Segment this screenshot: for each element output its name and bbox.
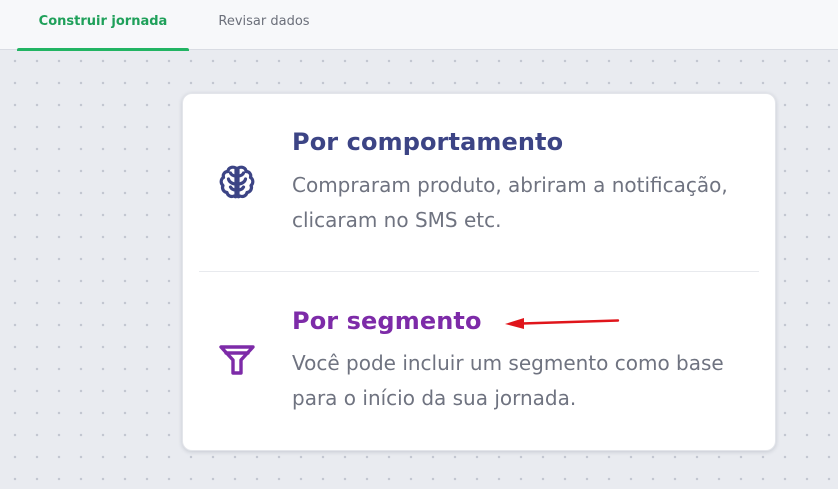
option-por-segmento[interactable]: Por segmento Você pode incluir um segmen… — [183, 272, 775, 450]
option-title: Por segmento — [292, 307, 482, 335]
brain-icon — [219, 165, 255, 199]
tab-revisar-dados[interactable]: Revisar dados — [199, 0, 329, 50]
option-title: Por comportamento — [292, 128, 564, 156]
annotation-arrow-icon — [505, 318, 620, 329]
option-description: Compraram produto, abriram a notificação… — [292, 173, 728, 232]
journey-start-options-card: Por comportamento Compraram produto, abr… — [182, 93, 776, 451]
funnel-icon — [219, 345, 255, 375]
option-por-comportamento[interactable]: Por comportamento Compraram produto, abr… — [183, 94, 775, 271]
tab-bar: Construir jornada Revisar dados — [0, 0, 838, 51]
option-description: Você pode incluir um segmento como base … — [292, 351, 724, 410]
tab-construir-jornada[interactable]: Construir jornada — [17, 0, 189, 51]
